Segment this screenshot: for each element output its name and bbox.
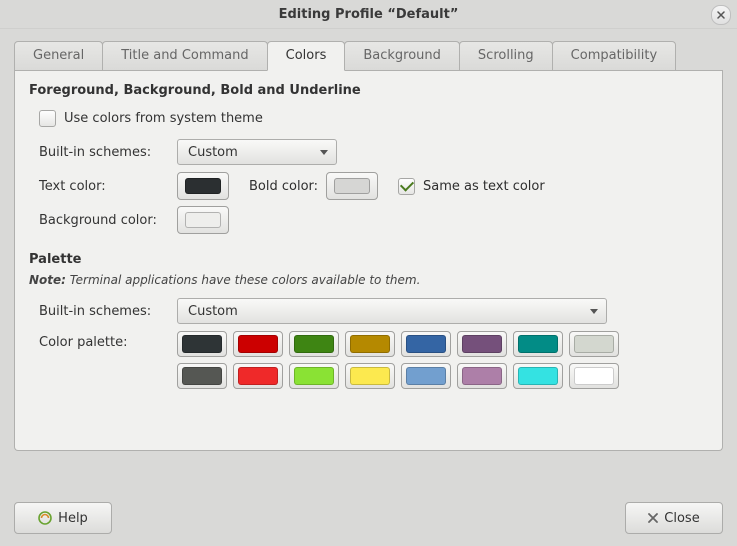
builtin-scheme-label: Built-in schemes:: [39, 145, 169, 160]
dialog-footer: Help Close: [14, 502, 723, 534]
palette-scheme-dropdown[interactable]: Custom: [177, 298, 607, 324]
background-color-swatch: [185, 212, 221, 228]
background-color-row: Background color:: [39, 206, 708, 234]
palette-color-8[interactable]: [177, 363, 227, 389]
tab-compatibility[interactable]: Compatibility: [552, 41, 677, 70]
tab-scrolling[interactable]: Scrolling: [459, 41, 553, 70]
window-close-button[interactable]: [711, 5, 731, 25]
use-system-theme-checkbox[interactable]: [39, 110, 56, 127]
help-button-label: Help: [58, 511, 88, 526]
builtin-scheme-dropdown[interactable]: Custom: [177, 139, 337, 165]
tab-panel-colors: Foreground, Background, Bold and Underli…: [14, 71, 723, 451]
close-button[interactable]: Close: [625, 502, 723, 534]
palette-scheme-value: Custom: [188, 304, 238, 319]
tab-colors[interactable]: Colors: [267, 41, 346, 71]
palette-color-9[interactable]: [233, 363, 283, 389]
palette-grid: [177, 331, 619, 389]
palette-note-label: Note:: [29, 273, 66, 287]
palette-heading: Palette: [29, 252, 708, 267]
palette-scheme-row: Built-in schemes: Custom: [39, 297, 708, 325]
palette-note-text: Terminal applications have these colors …: [70, 273, 421, 287]
titlebar-title: Editing Profile “Default”: [279, 7, 459, 22]
palette-swatch: [406, 335, 446, 353]
palette-note: Note: Terminal applications have these c…: [29, 273, 708, 287]
palette-swatch: [518, 367, 558, 385]
palette-color-13[interactable]: [457, 363, 507, 389]
palette-color-7[interactable]: [569, 331, 619, 357]
palette-swatch: [406, 367, 446, 385]
palette-color-6[interactable]: [513, 331, 563, 357]
background-color-label: Background color:: [39, 213, 169, 228]
tab-general[interactable]: General: [14, 41, 103, 70]
same-as-text-checkbox[interactable]: [398, 178, 415, 195]
palette-color-5[interactable]: [457, 331, 507, 357]
palette-color-0[interactable]: [177, 331, 227, 357]
content-area: GeneralTitle and CommandColorsBackground…: [0, 29, 737, 451]
palette-color-1[interactable]: [233, 331, 283, 357]
fgbg-heading: Foreground, Background, Bold and Underli…: [29, 83, 708, 98]
palette-swatch: [238, 335, 278, 353]
use-system-theme-label: Use colors from system theme: [64, 111, 263, 126]
palette-swatch: [238, 367, 278, 385]
palette-swatch: [350, 335, 390, 353]
palette-color-15[interactable]: [569, 363, 619, 389]
palette-swatch: [462, 335, 502, 353]
palette-scheme-label: Built-in schemes:: [39, 304, 169, 319]
text-color-row: Text color: Bold color: Same as text col…: [39, 172, 708, 200]
palette-swatch: [574, 367, 614, 385]
help-icon: [38, 511, 52, 525]
palette-color-14[interactable]: [513, 363, 563, 389]
background-color-button[interactable]: [177, 206, 229, 234]
palette-swatch: [462, 367, 502, 385]
close-icon: [648, 513, 658, 523]
palette-swatch: [574, 335, 614, 353]
palette-swatch: [294, 367, 334, 385]
bold-color-swatch: [334, 178, 370, 194]
palette-color-11[interactable]: [345, 363, 395, 389]
tab-strip: GeneralTitle and CommandColorsBackground…: [14, 41, 723, 71]
same-as-text-label: Same as text color: [423, 179, 545, 194]
use-system-theme-row: Use colors from system theme: [39, 104, 708, 132]
close-button-label: Close: [664, 511, 699, 526]
palette-swatch: [518, 335, 558, 353]
palette-color-4[interactable]: [401, 331, 451, 357]
chevron-down-icon: [590, 309, 598, 314]
palette-swatch: [182, 335, 222, 353]
tab-title-and-command[interactable]: Title and Command: [102, 41, 267, 70]
text-color-button[interactable]: [177, 172, 229, 200]
palette-color-10[interactable]: [289, 363, 339, 389]
palette-grid-row: Color palette:: [39, 331, 708, 389]
bold-color-button[interactable]: [326, 172, 378, 200]
palette-grid-label: Color palette:: [39, 331, 169, 350]
palette-color-2[interactable]: [289, 331, 339, 357]
close-icon: [717, 11, 725, 19]
bold-color-label: Bold color:: [249, 179, 318, 194]
dialog-window: Editing Profile “Default” GeneralTitle a…: [0, 0, 737, 546]
tab-row: GeneralTitle and CommandColorsBackground…: [14, 41, 723, 71]
titlebar: Editing Profile “Default”: [0, 0, 737, 29]
chevron-down-icon: [320, 150, 328, 155]
palette-swatch: [294, 335, 334, 353]
builtin-scheme-value: Custom: [188, 145, 238, 160]
palette-swatch: [182, 367, 222, 385]
text-color-swatch: [185, 178, 221, 194]
tab-background[interactable]: Background: [344, 41, 460, 70]
palette-color-3[interactable]: [345, 331, 395, 357]
builtin-scheme-row: Built-in schemes: Custom: [39, 138, 708, 166]
help-button[interactable]: Help: [14, 502, 112, 534]
text-color-label: Text color:: [39, 179, 169, 194]
palette-swatch: [350, 367, 390, 385]
palette-color-12[interactable]: [401, 363, 451, 389]
